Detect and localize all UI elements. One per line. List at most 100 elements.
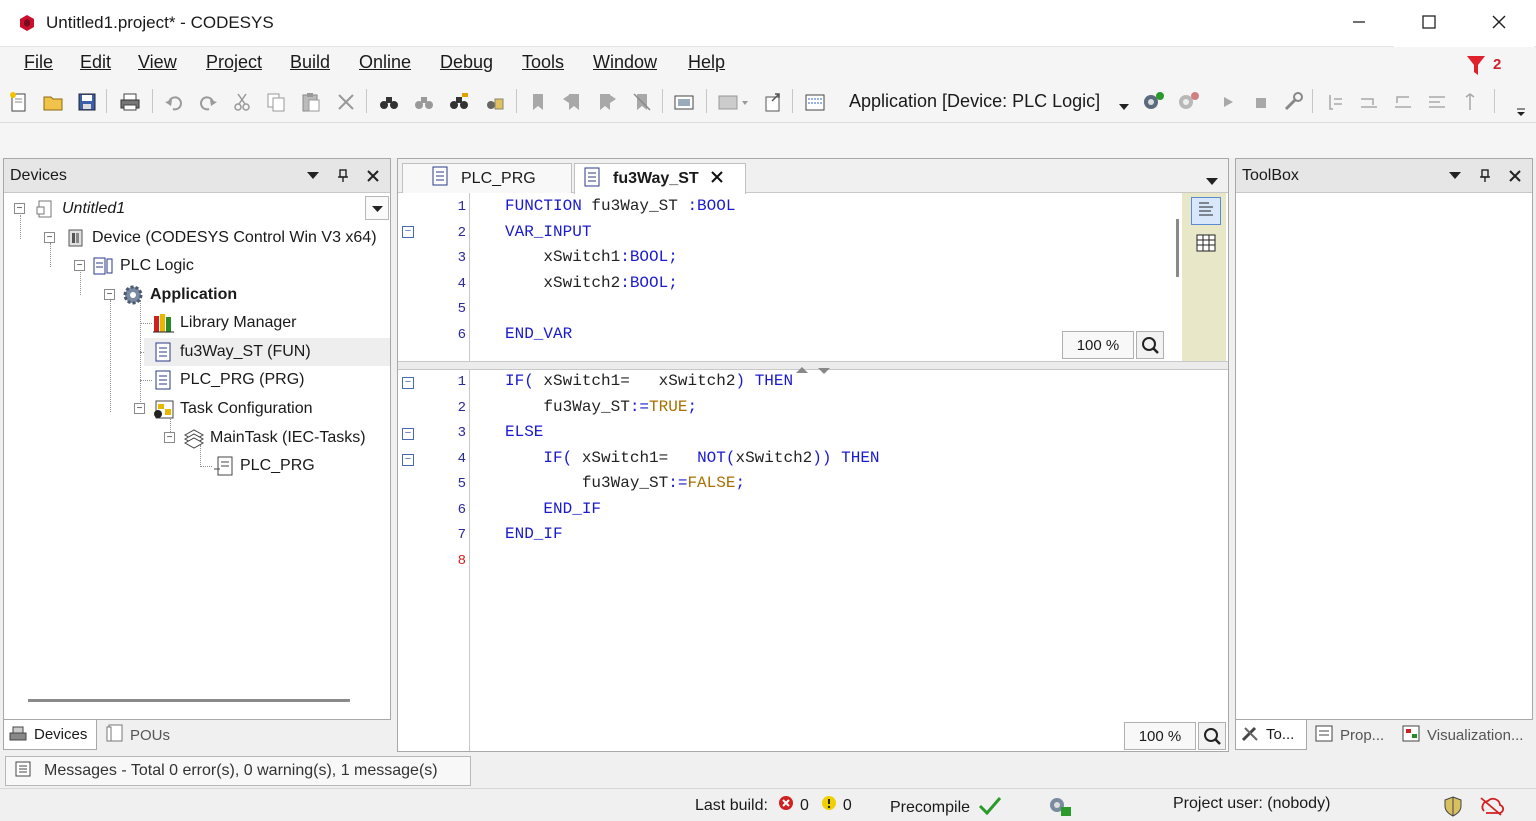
- find-next-icon[interactable]: [411, 89, 437, 115]
- close-panel-icon[interactable]: [1506, 167, 1524, 185]
- active-application-combo[interactable]: Application [Device: PLC Logic]: [843, 87, 1133, 115]
- code-line[interactable]: IF( xSwitch1= NOT(xSwitch2)) THEN: [505, 449, 879, 467]
- code-line[interactable]: xSwitch1:BOOL;: [505, 248, 677, 266]
- code-line[interactable]: END_VAR: [505, 325, 572, 343]
- tree-item-fu3way-st[interactable]: fu3Way_ST (FUN): [152, 339, 311, 365]
- new-file-icon[interactable]: [6, 89, 32, 115]
- start-icon[interactable]: [1215, 89, 1241, 115]
- menu-tools[interactable]: Tools: [522, 52, 564, 73]
- tab-list-dropdown-icon[interactable]: [1206, 173, 1218, 190]
- bookmark-prev-icon[interactable]: [559, 89, 585, 115]
- textual-view-button[interactable]: [1191, 197, 1221, 225]
- connection-off-icon[interactable]: [1478, 795, 1504, 817]
- declaration-scrollbar[interactable]: [1176, 219, 1179, 277]
- tree-item-plc-logic[interactable]: PLC Logic: [92, 253, 194, 279]
- security-shield-icon[interactable]: [1442, 795, 1464, 817]
- pin-icon[interactable]: [1476, 167, 1494, 185]
- collapse-icon[interactable]: −: [402, 226, 414, 238]
- code-line[interactable]: VAR_INPUT: [505, 223, 591, 241]
- panel-menu-icon[interactable]: [1446, 167, 1464, 185]
- tree-expander[interactable]: −: [164, 432, 175, 443]
- close-tab-icon[interactable]: [710, 170, 723, 188]
- tree-item-plc-prg-call[interactable]: PLC_PRG: [212, 453, 315, 479]
- find-in-project-icon[interactable]: [481, 89, 507, 115]
- menu-view[interactable]: View: [138, 52, 177, 73]
- menu-help[interactable]: Help: [688, 52, 725, 73]
- menu-edit[interactable]: Edit: [80, 52, 111, 73]
- print-icon[interactable]: [117, 89, 143, 115]
- tree-item-application[interactable]: Application: [122, 282, 237, 308]
- tab-visualization[interactable]: Visualization...: [1397, 720, 1533, 750]
- step-out-icon[interactable]: [1424, 89, 1450, 115]
- undo-icon[interactable]: [161, 89, 187, 115]
- zoom-icon[interactable]: [1198, 722, 1226, 750]
- pin-icon[interactable]: [334, 167, 352, 185]
- collapse-icon[interactable]: −: [402, 454, 414, 466]
- maximize-button[interactable]: [1394, 0, 1464, 47]
- precompile-status[interactable]: Precompile: [890, 795, 1002, 820]
- menu-window[interactable]: Window: [593, 52, 657, 73]
- menu-file[interactable]: File: [24, 52, 53, 73]
- tree-item-maintask[interactable]: MainTask (IEC-Tasks): [182, 425, 366, 451]
- cut-icon[interactable]: [229, 89, 255, 115]
- paste-icon[interactable]: [298, 89, 324, 115]
- code-line[interactable]: END_IF: [505, 525, 563, 543]
- device-status-icon[interactable]: [1047, 795, 1073, 817]
- bookmark-clear-icon[interactable]: [629, 89, 655, 115]
- menu-project[interactable]: Project: [206, 52, 262, 73]
- open-folder-icon[interactable]: [40, 89, 66, 115]
- replace-icon[interactable]: [446, 89, 472, 115]
- tree-expander[interactable]: −: [14, 203, 25, 214]
- messages-tab[interactable]: Messages - Total 0 error(s), 0 warning(s…: [5, 756, 471, 786]
- tab-plc-prg[interactable]: PLC_PRG: [402, 163, 572, 193]
- code-line[interactable]: IF( xSwitch1= xSwitch2) THEN: [505, 372, 793, 390]
- zoom-icon[interactable]: [1136, 331, 1164, 359]
- collapse-icon[interactable]: −: [402, 377, 414, 389]
- code-line[interactable]: ELSE: [505, 423, 543, 441]
- filter-icon[interactable]: [1466, 55, 1485, 75]
- implementation-pane[interactable]: − − − 1 IF( xSwitch1= xSwitch2) THEN 2 fu3…: [398, 370, 1228, 751]
- horizontal-scrollbar[interactable]: [28, 699, 350, 702]
- stop-icon[interactable]: [1248, 89, 1274, 115]
- delete-icon[interactable]: [333, 89, 359, 115]
- login-icon[interactable]: [1140, 89, 1166, 115]
- bookmark-icon[interactable]: [525, 89, 551, 115]
- menu-online[interactable]: Online: [359, 52, 411, 73]
- code-line[interactable]: xSwitch2:BOOL;: [505, 274, 677, 292]
- tree-item-plc-prg[interactable]: PLC_PRG (PRG): [152, 367, 304, 393]
- logout-icon[interactable]: [1175, 89, 1201, 115]
- tab-devices[interactable]: Devices: [3, 720, 97, 750]
- code-line[interactable]: fu3Way_ST:=TRUE;: [505, 398, 697, 416]
- implementation-zoom[interactable]: 100 %: [1124, 722, 1196, 750]
- reset-tools-icon[interactable]: [1280, 89, 1306, 115]
- declaration-zoom[interactable]: 100 %: [1062, 331, 1134, 359]
- panel-menu-icon[interactable]: [304, 167, 322, 185]
- bookmark-next-icon[interactable]: [594, 89, 620, 115]
- tree-expander[interactable]: −: [44, 232, 55, 243]
- close-panel-icon[interactable]: [364, 167, 382, 185]
- tree-filter-dropdown[interactable]: [365, 196, 389, 220]
- export-icon[interactable]: [760, 89, 786, 115]
- tab-fu3way-st[interactable]: fu3Way_ST: [574, 163, 746, 194]
- step-over-icon[interactable]: [1356, 89, 1382, 115]
- code-line[interactable]: END_IF: [505, 500, 601, 518]
- redo-icon[interactable]: [195, 89, 221, 115]
- menu-debug[interactable]: Debug: [440, 52, 493, 73]
- tabular-view-button[interactable]: [1191, 231, 1221, 259]
- pane-splitter[interactable]: [398, 361, 1228, 374]
- breakpoint-icon[interactable]: [1322, 89, 1348, 115]
- tree-expander[interactable]: −: [74, 260, 85, 271]
- tree-item-device[interactable]: Device (CODESYS Control Win V3 x64): [64, 225, 377, 251]
- menu-build[interactable]: Build: [290, 52, 330, 73]
- run-to-cursor-icon[interactable]: [1458, 89, 1484, 115]
- device-scan-icon[interactable]: [802, 89, 828, 115]
- find-icon[interactable]: [376, 89, 402, 115]
- tab-properties[interactable]: Prop...: [1310, 720, 1394, 750]
- minimize-button[interactable]: [1324, 0, 1394, 47]
- tree-expander[interactable]: −: [104, 289, 115, 300]
- tree-expander[interactable]: −: [134, 403, 145, 414]
- tree-item-library-manager[interactable]: Library Manager: [152, 310, 297, 336]
- save-icon[interactable]: [74, 89, 100, 115]
- tab-toolbox[interactable]: To...: [1235, 720, 1307, 750]
- tab-pous[interactable]: POUs: [102, 720, 182, 750]
